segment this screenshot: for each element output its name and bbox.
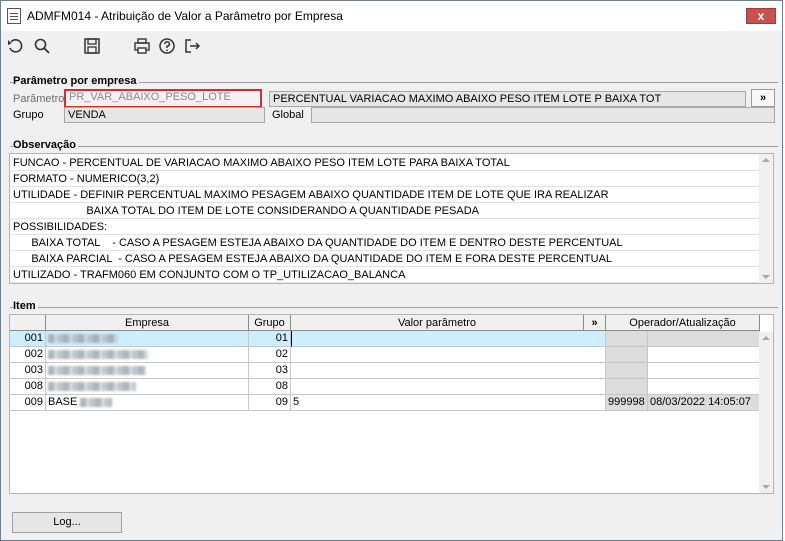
row-data bbox=[648, 363, 760, 379]
row-grupo[interactable]: 09 bbox=[249, 395, 291, 411]
row-code[interactable]: 009 bbox=[10, 395, 46, 411]
row-empresa[interactable] bbox=[46, 331, 249, 347]
row-data bbox=[648, 379, 760, 395]
header-expand-button[interactable]: » bbox=[584, 315, 606, 331]
global-field bbox=[311, 107, 775, 123]
row-code[interactable]: 008 bbox=[10, 379, 46, 395]
row-operador bbox=[606, 331, 648, 347]
undo-icon[interactable] bbox=[6, 36, 26, 56]
row-grupo[interactable]: 03 bbox=[249, 363, 291, 379]
param-group-title: Parâmetro por empresa bbox=[13, 75, 139, 87]
observacao-textarea[interactable]: FUNCAO - PERCENTUAL DE VARIACAO MAXIMO A… bbox=[9, 153, 774, 284]
obs-line: UTILIZADO - TRAFM060 EM CONJUNTO COM O T… bbox=[10, 267, 760, 283]
row-valor-input[interactable] bbox=[291, 363, 606, 379]
parametro-label: Parâmetro bbox=[13, 93, 65, 105]
row-grupo[interactable]: 08 bbox=[249, 379, 291, 395]
log-button[interactable]: Log... bbox=[12, 512, 122, 533]
grupo-label: Grupo bbox=[13, 109, 44, 121]
grid-scrollbar[interactable] bbox=[759, 332, 773, 493]
item-group-border bbox=[10, 307, 778, 308]
row-operador bbox=[606, 363, 648, 379]
print-icon[interactable] bbox=[132, 36, 152, 56]
window-title: ADMFM014 - Atribuição de Valor a Parâmet… bbox=[27, 9, 343, 23]
obs-line: FUNCAO - PERCENTUAL DE VARIACAO MAXIMO A… bbox=[10, 155, 760, 171]
document-icon bbox=[7, 8, 21, 24]
save-icon[interactable] bbox=[82, 36, 102, 56]
title-bar: ADMFM014 - Atribuição de Valor a Parâmet… bbox=[1, 1, 782, 31]
row-data bbox=[648, 331, 760, 347]
row-data: 08/03/2022 14:05:07 bbox=[648, 395, 760, 411]
parametro-expand-button[interactable]: » bbox=[751, 89, 775, 107]
close-button[interactable]: x bbox=[746, 8, 776, 24]
redacted-text bbox=[48, 365, 146, 375]
row-grupo[interactable]: 01 bbox=[249, 331, 291, 347]
parametro-field[interactable]: PR_VAR_ABAIXO_PESO_LOTE bbox=[64, 89, 262, 108]
header-grupo[interactable]: Grupo bbox=[249, 315, 291, 331]
scroll-down-icon[interactable] bbox=[762, 485, 770, 489]
main-window: ADMFM014 - Atribuição de Valor a Parâmet… bbox=[0, 0, 783, 541]
grupo-field: VENDA bbox=[64, 107, 265, 123]
row-code[interactable]: 002 bbox=[10, 347, 46, 363]
row-empresa[interactable]: BASE bbox=[46, 395, 249, 411]
header-code bbox=[10, 315, 46, 331]
row-empresa[interactable] bbox=[46, 379, 249, 395]
row-code[interactable]: 001 bbox=[10, 331, 46, 347]
row-empresa[interactable] bbox=[46, 363, 249, 379]
header-operador[interactable]: Operador/Atualização bbox=[606, 315, 760, 331]
global-label: Global bbox=[272, 109, 304, 121]
redacted-text bbox=[80, 397, 113, 407]
obs-group-title: Observação bbox=[13, 139, 78, 151]
row-valor-input[interactable] bbox=[291, 331, 606, 347]
row-empresa[interactable] bbox=[46, 347, 249, 363]
obs-line: POSSIBILIDADES: bbox=[10, 219, 760, 235]
obs-line: UTILIDADE - DEFINIR PERCENTUAL MAXIMO PE… bbox=[10, 187, 760, 203]
obs-scrollbar[interactable] bbox=[759, 154, 773, 283]
row-code[interactable]: 003 bbox=[10, 363, 46, 379]
redacted-text bbox=[48, 349, 148, 359]
header-empresa[interactable]: Empresa bbox=[46, 315, 249, 331]
scroll-up-icon[interactable] bbox=[762, 158, 770, 162]
obs-group-border bbox=[10, 146, 778, 147]
obs-line: FORMATO - NUMERICO(3,2) bbox=[10, 171, 760, 187]
obs-line: BAIXA TOTAL DO ITEM DE LOTE CONSIDERANDO… bbox=[10, 203, 760, 219]
row-grupo[interactable]: 02 bbox=[249, 347, 291, 363]
toolbar bbox=[1, 31, 782, 61]
search-icon[interactable] bbox=[32, 36, 52, 56]
row-valor-input[interactable] bbox=[291, 347, 606, 363]
item-group-title: Item bbox=[13, 300, 38, 312]
help-icon[interactable] bbox=[157, 36, 177, 56]
row-operador: 999998 bbox=[606, 395, 648, 411]
header-valor[interactable]: Valor parâmetro bbox=[291, 315, 584, 331]
scroll-up-icon[interactable] bbox=[762, 336, 770, 340]
parametro-description-field: PERCENTUAL VARIACAO MAXIMO ABAIXO PESO I… bbox=[269, 91, 746, 107]
row-valor-input[interactable]: 5 bbox=[291, 395, 606, 411]
scroll-down-icon[interactable] bbox=[762, 275, 770, 279]
row-valor-input[interactable] bbox=[291, 379, 606, 395]
row-operador bbox=[606, 347, 648, 363]
row-operador bbox=[606, 379, 648, 395]
redacted-text bbox=[48, 333, 118, 343]
item-grid: Empresa Grupo Valor parâmetro » Operador… bbox=[9, 314, 774, 494]
redacted-text bbox=[48, 381, 136, 391]
obs-line: BAIXA PARCIAL - CASO A PESAGEM ESTEJA AB… bbox=[10, 251, 760, 267]
obs-line: BAIXA TOTAL - CASO A PESAGEM ESTEJA ABAI… bbox=[10, 235, 760, 251]
exit-icon[interactable] bbox=[182, 36, 202, 56]
row-data bbox=[648, 347, 760, 363]
